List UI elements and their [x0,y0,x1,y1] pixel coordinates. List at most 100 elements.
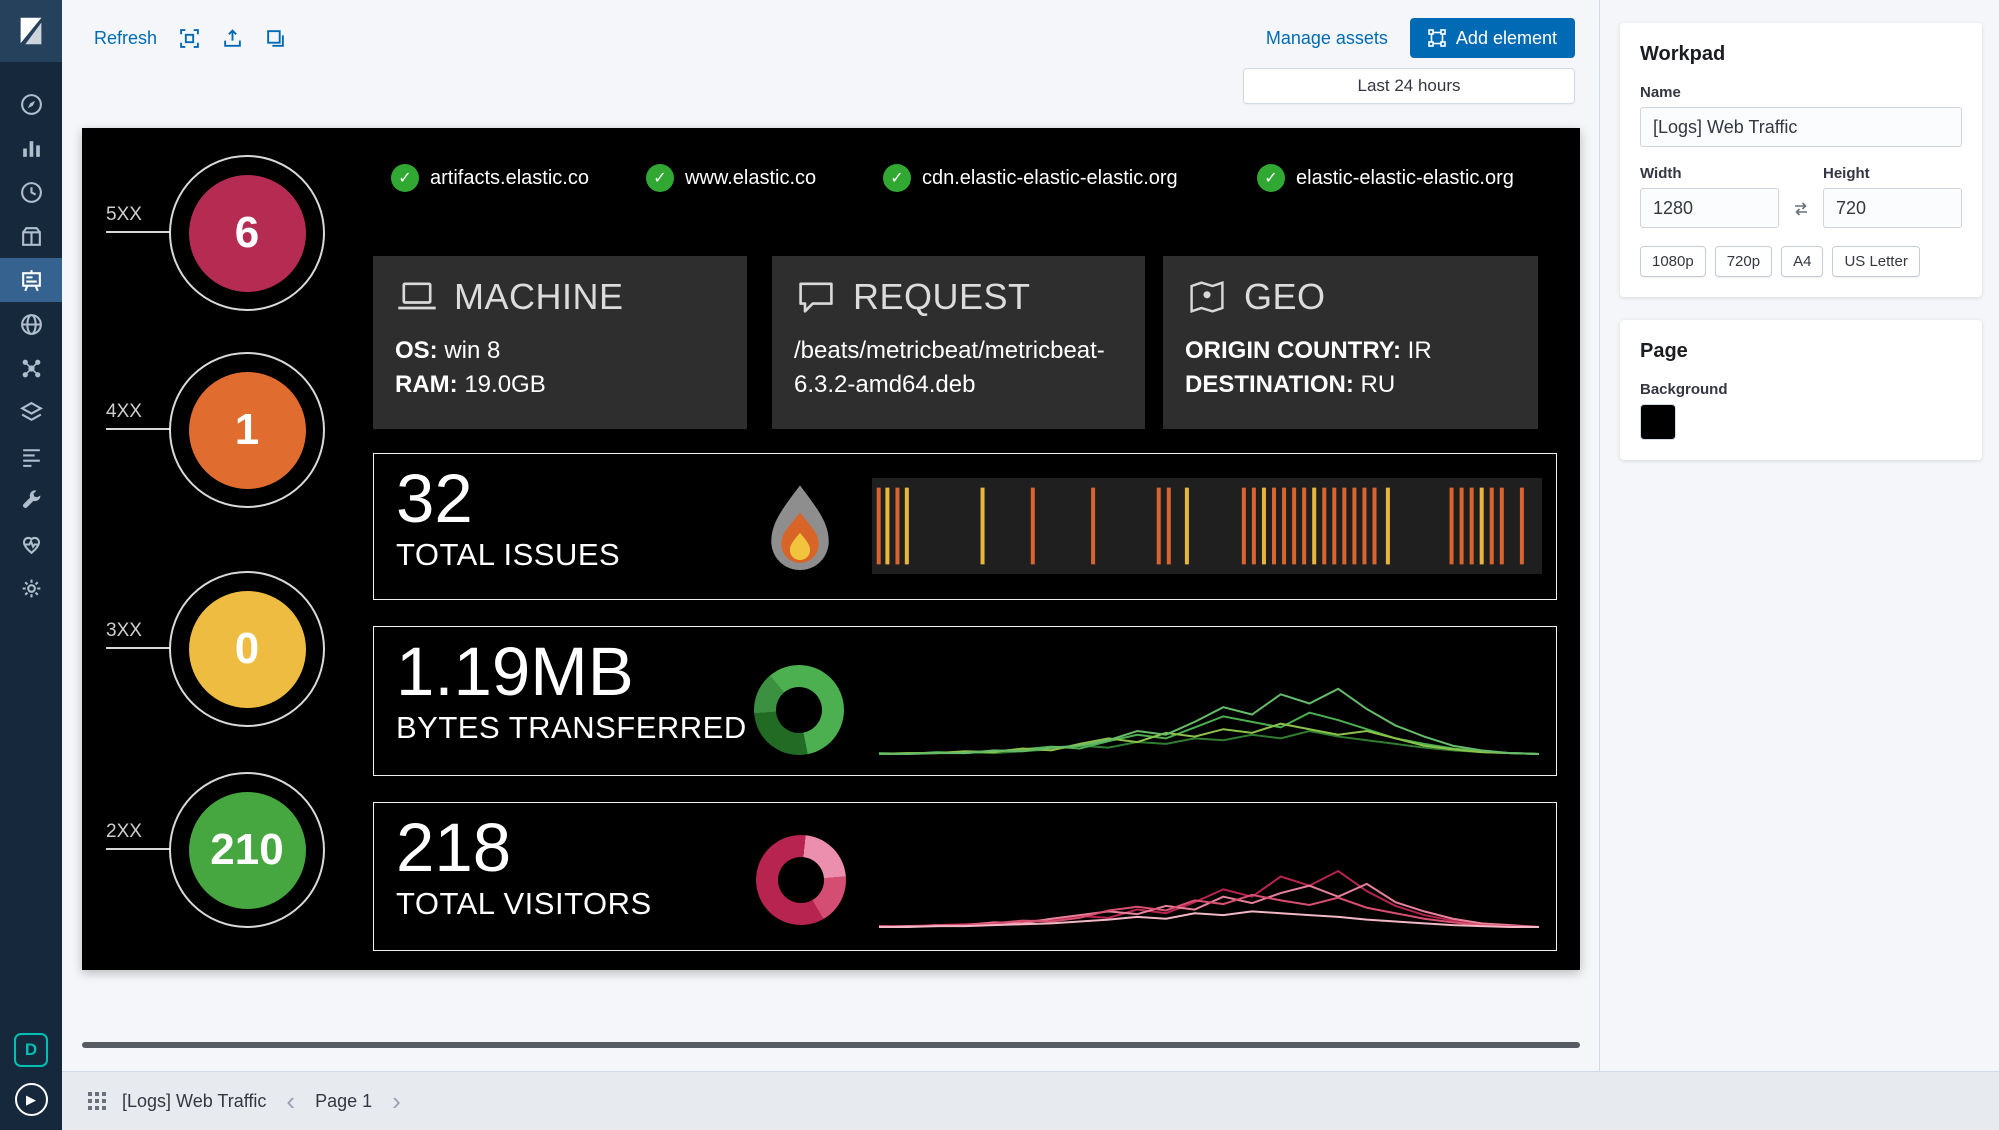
visitors-line-chart-box[interactable] [879,830,1539,932]
card-body: /beats/metricbeat/metricbeat-6.3.2-amd64… [794,337,1105,398]
bytes-line-chart [879,657,1539,759]
metric-block: 1.19MB BYTES TRANSFERRED [396,633,747,746]
bar-chart-icon [22,140,40,157]
endpoint-status[interactable]: ✓ cdn.elastic-elastic-elastic.org [883,164,1178,192]
horizontal-scrollbar[interactable] [82,1042,1580,1048]
size-presets-row: 1080p 720p A4 US Letter [1640,246,1962,277]
gauge-5xx[interactable]: 6 [169,155,325,311]
background-label: Background [1640,381,1728,398]
workpad-page[interactable]: 5XX 6 4XX 1 3XX 0 2XX 210 ✓ artifacts.ela… [82,128,1580,970]
kibana-logo[interactable] [0,0,62,62]
metric-value: 1.19MB [396,633,634,710]
height-input[interactable] [1823,188,1962,228]
gauge-fill-5xx: 6 [188,174,306,292]
issues-timeline-panel[interactable] [872,478,1542,574]
background-color-swatch[interactable] [1640,404,1676,440]
nav-monitoring[interactable] [0,522,62,566]
logs-lines-icon [22,448,40,467]
card-title: MACHINE [395,276,725,318]
space-badge[interactable]: D [14,1033,48,1067]
heartbeat-icon [22,536,40,554]
geo-card[interactable]: GEO ORIGIN COUNTRY: IR DESTINATION: RU [1163,256,1538,429]
dimensions-row: Width Height [1640,147,1962,228]
next-page-button[interactable]: › [388,1088,405,1114]
time-filter-row: Last 24 hours [1243,68,1575,104]
workpad-title: [Logs] Web Traffic [122,1090,267,1111]
nav-canvas[interactable] [0,258,62,302]
nav-visualize[interactable] [0,126,62,170]
nav-discover[interactable] [0,82,62,126]
issues-timeline-chart [872,478,1542,574]
workpad-name-input[interactable] [1640,107,1962,147]
metric-value: 218 [396,809,512,886]
add-element-button[interactable]: Add element [1409,18,1575,58]
gauge-fill-3xx: 0 [188,590,306,708]
gauge-label-3xx: 3XX [106,620,170,649]
play-button[interactable]: ▶ [14,1083,48,1116]
wrench-icon [22,489,40,508]
preset-us-letter-button[interactable]: US Letter [1832,246,1920,277]
nav-machine-learning[interactable] [0,346,62,390]
request-card[interactable]: REQUEST /beats/metricbeat/metricbeat-6.3… [772,256,1145,429]
ml-nodes-icon [22,359,40,377]
total-visitors-row[interactable]: 218 TOTAL VISITORS [373,802,1557,951]
laptop-icon [398,282,436,310]
previous-page-button[interactable]: ‹ [282,1088,299,1114]
content-column: Refresh Manage assets Add element Last 2… [62,0,1999,1130]
kibana-app: D ▶ Refresh Manage assets Add element La… [0,0,1999,1130]
nav-apm[interactable] [0,214,62,258]
canvas-workspace: Refresh Manage assets Add element Last 2… [62,0,1599,1071]
gauge-tick-line [106,428,170,430]
width-input[interactable] [1640,188,1779,228]
total-issues-row[interactable]: 32 TOTAL ISSUES [373,453,1557,600]
swap-dimensions-button[interactable] [1779,200,1823,228]
bytes-transferred-row[interactable]: 1.19MB BYTES TRANSFERRED [373,626,1557,776]
preset-a4-button[interactable]: A4 [1781,246,1824,277]
nav-maps[interactable] [0,302,62,346]
time-filter-button[interactable]: Last 24 hours [1243,68,1575,104]
gauge-label-2xx: 2XX [106,821,170,850]
card-title: GEO [1185,276,1516,318]
workpad-manager-grid-icon[interactable] [88,1092,106,1110]
endpoint-status[interactable]: ✓ www.elastic.co [646,164,816,192]
machine-card[interactable]: MACHINE OS: win 8 RAM: 19.0GB [373,256,747,429]
height-field: Height [1823,147,1962,228]
nav-logs[interactable] [0,434,62,478]
preset-720p-button[interactable]: 720p [1714,246,1773,277]
donut-hole [776,687,822,733]
refresh-button[interactable]: Refresh [94,28,157,49]
package-icon [21,226,41,246]
app-sidebar: D ▶ [0,0,62,1130]
height-label: Height [1823,165,1870,182]
page-manager-bar: [Logs] Web Traffic ‹ Page 1 › [62,1071,1999,1130]
manage-assets-button[interactable]: Manage assets [1266,28,1388,49]
sidebar-nav [0,82,62,610]
preset-1080p-button[interactable]: 1080p [1640,246,1706,277]
bytes-donut-chart[interactable] [754,665,844,755]
gauge-3xx[interactable]: 0 [169,571,325,727]
canvas-toolbar: Refresh Manage assets Add element [94,18,1575,58]
export-icon[interactable] [222,28,243,49]
endpoint-status[interactable]: ✓ artifacts.elastic.co [391,164,589,192]
card-body: OS: win 8 RAM: 19.0GB [395,337,546,398]
nav-dev-tools[interactable] [0,478,62,522]
gauge-4xx[interactable]: 1 [169,352,325,508]
nav-uptime[interactable] [0,170,62,214]
clone-icon[interactable] [265,28,286,49]
card-body: ORIGIN COUNTRY: IR DESTINATION: RU [1185,337,1432,398]
gauge-fill-2xx: 210 [188,791,306,909]
nav-management[interactable] [0,566,62,610]
check-icon: ✓ [646,164,674,192]
visitors-line-chart [879,830,1539,932]
add-element-label: Add element [1455,27,1557,48]
card-title: REQUEST [794,276,1123,318]
fullscreen-icon[interactable] [179,28,200,49]
gauge-2xx[interactable]: 210 [169,772,325,928]
metric-block: 32 TOTAL ISSUES [396,460,620,573]
nav-infrastructure[interactable] [0,390,62,434]
bytes-line-chart-box[interactable] [879,657,1539,759]
visitors-donut-chart[interactable] [756,835,846,925]
body-row: Refresh Manage assets Add element Last 2… [62,0,1999,1071]
endpoint-status[interactable]: ✓ elastic-elastic-elastic.org [1257,164,1514,192]
metric-value: 32 [396,460,473,537]
